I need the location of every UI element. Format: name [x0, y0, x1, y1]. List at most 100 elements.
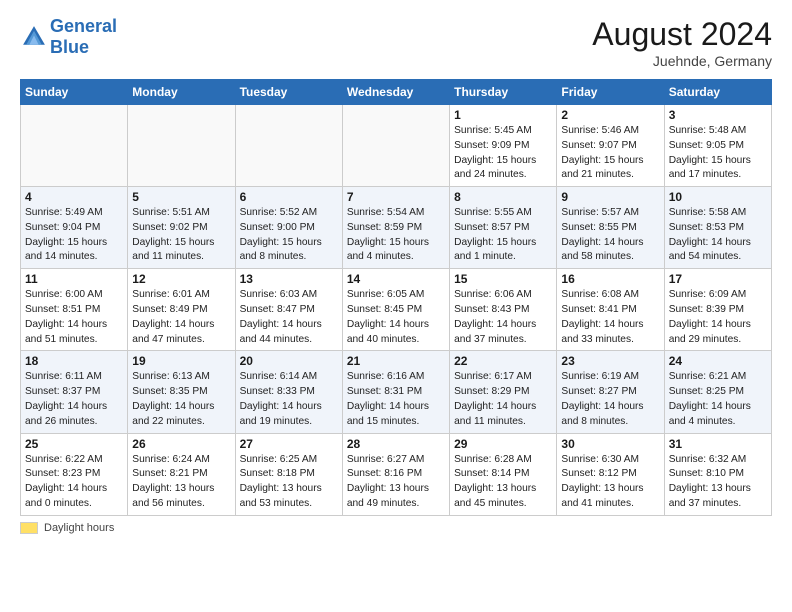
day-number: 18 [25, 354, 123, 368]
day-number: 22 [454, 354, 552, 368]
table-row: 19Sunrise: 6:13 AM Sunset: 8:35 PM Dayli… [128, 351, 235, 433]
day-info: Sunrise: 5:55 AM Sunset: 8:57 PM Dayligh… [454, 206, 552, 265]
table-row: 21 Sunrise: 6:16 AM Sunset: 8:31 PM Dayli… [342, 351, 449, 433]
logo: General Blue [20, 16, 117, 57]
table-row: 17 Sunrise: 6:09 AM Sunset: 8:39 PM Dayli… [664, 269, 771, 351]
calendar-week-row: 25Sunrise: 6:22 AM Sunset: 8:23 PM Dayli… [21, 433, 772, 515]
day-info: Sunrise: 6:03 AM Sunset: 8:47 PM Dayligh… [240, 288, 338, 347]
day-number: 24 [669, 354, 767, 368]
table-row: 30 Sunrise: 6:30 AM Sunset: 8:12 PM Dayli… [557, 433, 664, 515]
day-number: 7 [347, 190, 445, 204]
day-info: Sunrise: 6:14 AM Sunset: 8:33 PM Dayligh… [240, 370, 338, 429]
table-row: 9 Sunrise: 5:57 AM Sunset: 8:55 PM Daylig… [557, 187, 664, 269]
day-number: 28 [347, 437, 445, 451]
day-number: 9 [561, 190, 659, 204]
day-number: 21 [347, 354, 445, 368]
day-info: Sunrise: 6:28 AM Sunset: 8:14 PM Dayligh… [454, 453, 552, 512]
day-number: 30 [561, 437, 659, 451]
day-number: 17 [669, 272, 767, 286]
day-info: Sunrise: 6:05 AM Sunset: 8:45 PM Dayligh… [347, 288, 445, 347]
table-row: 7 Sunrise: 5:54 AM Sunset: 8:59 PM Daylig… [342, 187, 449, 269]
day-info: Sunrise: 6:30 AM Sunset: 8:12 PM Dayligh… [561, 453, 659, 512]
table-row: 22 Sunrise: 6:17 AM Sunset: 8:29 PM Dayli… [450, 351, 557, 433]
table-row: 8 Sunrise: 5:55 AM Sunset: 8:57 PM Daylig… [450, 187, 557, 269]
table-row: 20 Sunrise: 6:14 AM Sunset: 8:33 PM Dayli… [235, 351, 342, 433]
calendar-week-row: 18 Sunrise: 6:11 AM Sunset: 8:37 PM Dayli… [21, 351, 772, 433]
day-info: Sunrise: 6:21 AM Sunset: 8:25 PM Dayligh… [669, 370, 767, 429]
day-info: Sunrise: 6:00 AM Sunset: 8:51 PM Dayligh… [25, 288, 123, 347]
table-row: 2 Sunrise: 5:46 AM Sunset: 9:07 PM Daylig… [557, 105, 664, 187]
table-row: 23 Sunrise: 6:19 AM Sunset: 8:27 PM Dayli… [557, 351, 664, 433]
table-row: 4Sunrise: 5:49 AM Sunset: 9:04 PM Daylig… [21, 187, 128, 269]
table-row: 24 Sunrise: 6:21 AM Sunset: 8:25 PM Dayli… [664, 351, 771, 433]
calendar-header-row: Sunday Monday Tuesday Wednesday Thursday… [21, 80, 772, 105]
day-info: Sunrise: 6:11 AM Sunset: 8:37 PM Dayligh… [25, 370, 123, 429]
day-info: Sunrise: 5:49 AM Sunset: 9:04 PM Dayligh… [25, 206, 123, 265]
header-thursday: Thursday [450, 80, 557, 105]
daylight-label: Daylight hours [44, 522, 114, 534]
header-tuesday: Tuesday [235, 80, 342, 105]
day-info: Sunrise: 6:19 AM Sunset: 8:27 PM Dayligh… [561, 370, 659, 429]
header-saturday: Saturday [664, 80, 771, 105]
day-number: 31 [669, 437, 767, 451]
day-number: 5 [132, 190, 230, 204]
table-row: 12 Sunrise: 6:01 AM Sunset: 8:49 PM Dayli… [128, 269, 235, 351]
calendar-table: Sunday Monday Tuesday Wednesday Thursday… [20, 79, 772, 516]
table-row: 18 Sunrise: 6:11 AM Sunset: 8:37 PM Dayli… [21, 351, 128, 433]
day-number: 15 [454, 272, 552, 286]
table-row [128, 105, 235, 187]
table-row: 28 Sunrise: 6:27 AM Sunset: 8:16 PM Dayli… [342, 433, 449, 515]
day-number: 12 [132, 272, 230, 286]
day-info: Sunrise: 6:08 AM Sunset: 8:41 PM Dayligh… [561, 288, 659, 347]
month-year-title: August 2024 [592, 16, 772, 53]
day-info: Sunrise: 5:46 AM Sunset: 9:07 PM Dayligh… [561, 124, 659, 183]
table-row: 14Sunrise: 6:05 AM Sunset: 8:45 PM Dayli… [342, 269, 449, 351]
day-info: Sunrise: 6:24 AM Sunset: 8:21 PM Dayligh… [132, 453, 230, 512]
day-info: Sunrise: 6:16 AM Sunset: 8:31 PM Dayligh… [347, 370, 445, 429]
table-row: 1Sunrise: 5:45 AM Sunset: 9:09 PM Daylig… [450, 105, 557, 187]
logo-icon [20, 23, 48, 51]
day-info: Sunrise: 6:01 AM Sunset: 8:49 PM Dayligh… [132, 288, 230, 347]
day-number: 29 [454, 437, 552, 451]
header-sunday: Sunday [21, 80, 128, 105]
table-row [235, 105, 342, 187]
table-row: 5Sunrise: 5:51 AM Sunset: 9:02 PM Daylig… [128, 187, 235, 269]
day-info: Sunrise: 5:54 AM Sunset: 8:59 PM Dayligh… [347, 206, 445, 265]
day-number: 8 [454, 190, 552, 204]
table-row: 6Sunrise: 5:52 AM Sunset: 9:00 PM Daylig… [235, 187, 342, 269]
location-subtitle: Juehnde, Germany [592, 53, 772, 69]
day-info: Sunrise: 5:48 AM Sunset: 9:05 PM Dayligh… [669, 124, 767, 183]
table-row: 29 Sunrise: 6:28 AM Sunset: 8:14 PM Dayli… [450, 433, 557, 515]
table-row: 15 Sunrise: 6:06 AM Sunset: 8:43 PM Dayli… [450, 269, 557, 351]
table-row: 27 Sunrise: 6:25 AM Sunset: 8:18 PM Dayli… [235, 433, 342, 515]
day-number: 2 [561, 108, 659, 122]
day-number: 10 [669, 190, 767, 204]
day-info: Sunrise: 6:27 AM Sunset: 8:16 PM Dayligh… [347, 453, 445, 512]
table-row: 11Sunrise: 6:00 AM Sunset: 8:51 PM Dayli… [21, 269, 128, 351]
day-number: 25 [25, 437, 123, 451]
day-info: Sunrise: 5:45 AM Sunset: 9:09 PM Dayligh… [454, 124, 552, 183]
table-row [342, 105, 449, 187]
table-row: 31Sunrise: 6:32 AM Sunset: 8:10 PM Dayli… [664, 433, 771, 515]
table-row [21, 105, 128, 187]
daylight-box-icon [20, 522, 38, 534]
day-info: Sunrise: 5:57 AM Sunset: 8:55 PM Dayligh… [561, 206, 659, 265]
day-info: Sunrise: 6:09 AM Sunset: 8:39 PM Dayligh… [669, 288, 767, 347]
day-number: 16 [561, 272, 659, 286]
header-wednesday: Wednesday [342, 80, 449, 105]
day-info: Sunrise: 6:25 AM Sunset: 8:18 PM Dayligh… [240, 453, 338, 512]
table-row: 16 Sunrise: 6:08 AM Sunset: 8:41 PM Dayli… [557, 269, 664, 351]
calendar-week-row: 11Sunrise: 6:00 AM Sunset: 8:51 PM Dayli… [21, 269, 772, 351]
table-row: 13 Sunrise: 6:03 AM Sunset: 8:47 PM Dayli… [235, 269, 342, 351]
day-info: Sunrise: 6:17 AM Sunset: 8:29 PM Dayligh… [454, 370, 552, 429]
day-number: 23 [561, 354, 659, 368]
day-info: Sunrise: 6:13 AM Sunset: 8:35 PM Dayligh… [132, 370, 230, 429]
table-row: 26 Sunrise: 6:24 AM Sunset: 8:21 PM Dayli… [128, 433, 235, 515]
day-number: 6 [240, 190, 338, 204]
page-header: General Blue August 2024 Juehnde, German… [20, 16, 772, 69]
day-info: Sunrise: 6:06 AM Sunset: 8:43 PM Dayligh… [454, 288, 552, 347]
day-number: 26 [132, 437, 230, 451]
day-number: 20 [240, 354, 338, 368]
day-number: 13 [240, 272, 338, 286]
day-number: 27 [240, 437, 338, 451]
